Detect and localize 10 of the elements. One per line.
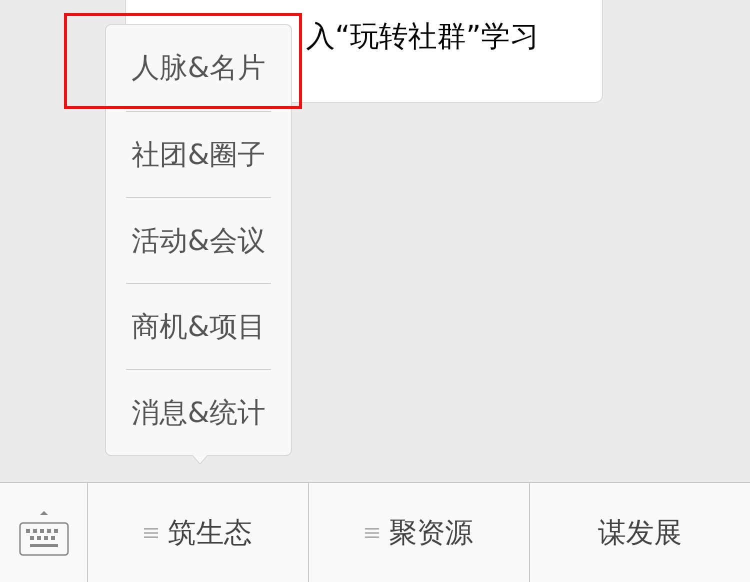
menu-tab[interactable]: 聚资源 <box>309 483 530 582</box>
menu-item[interactable]: 商机&项目 <box>126 283 271 369</box>
menu-item[interactable]: 社团&圈子 <box>126 111 271 197</box>
menu-item[interactable]: 活动&会议 <box>126 197 271 283</box>
menu-tab[interactable]: 谋发展 <box>530 483 750 582</box>
menu-tab[interactable]: 筑生态 <box>88 483 309 582</box>
message-text: 入“玩转社群”学习 <box>306 19 540 53</box>
menu-item[interactable]: 消息&统计 <box>126 369 271 455</box>
menu-item[interactable]: 人脉&名片 <box>126 25 271 111</box>
keyboard-icon <box>18 508 70 556</box>
